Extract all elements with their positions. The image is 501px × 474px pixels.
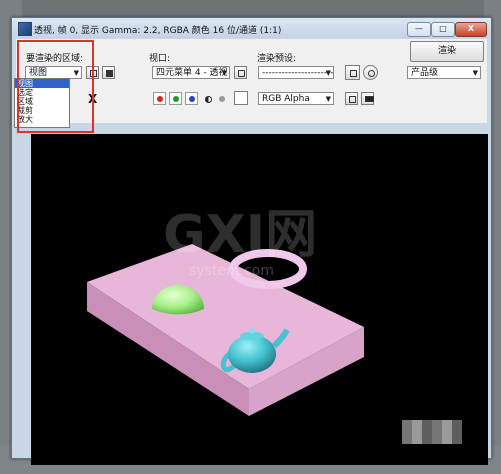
toggle-ui-icon[interactable] [361, 92, 374, 105]
watermark-logo: GXI网 [163, 205, 317, 265]
environment-effects-icon[interactable] [363, 65, 378, 80]
render-quality-value: 产品级 [411, 68, 439, 78]
restore-button[interactable]: □ [431, 22, 455, 37]
render-quality-dropdown[interactable]: 产品级 ▼ [407, 66, 481, 79]
window-title: 透视, 帧 0, 显示 Gamma: 2.2, RGBA 颜色 16 位/通道 … [34, 26, 282, 36]
minimize-button[interactable]: — [407, 22, 431, 37]
channel-display-value: RGB Alpha [262, 94, 310, 104]
pixelated-corner [402, 420, 462, 444]
viewport-label: 视口: [149, 54, 171, 64]
render-preset-dropdown[interactable]: ------------------------- ▼ [258, 66, 334, 79]
chevron-down-icon: ▼ [325, 95, 331, 103]
rendered-scene: GXI网 system.com [87, 205, 364, 416]
green-channel-toggle[interactable] [169, 92, 182, 105]
lock-viewport-icon[interactable] [234, 66, 247, 79]
viewport-dropdown[interactable]: 四元菜单 4 - 透视 ▼ [152, 66, 230, 79]
close-button[interactable]: X [455, 22, 487, 37]
highlight-box [17, 40, 94, 133]
auto-region-icon[interactable] [102, 66, 115, 79]
render-button[interactable]: 渲染 [410, 41, 484, 62]
red-channel-toggle[interactable] [153, 92, 166, 105]
chevron-down-icon: ▼ [221, 69, 227, 77]
monochrome-toggle[interactable] [215, 92, 228, 105]
render-setup-icon[interactable] [345, 65, 360, 80]
app-icon [18, 22, 32, 36]
render-viewport[interactable]: GXI网 system.com [31, 134, 488, 465]
chevron-down-icon: ▼ [472, 69, 478, 77]
title-bar[interactable]: 透视, 帧 0, 显示 Gamma: 2.2, RGBA 颜色 16 位/通道 … [12, 18, 491, 38]
viewport-value: 四元菜单 4 - 透视 [156, 68, 228, 78]
swatch-color[interactable] [234, 91, 248, 105]
alpha-channel-toggle[interactable] [201, 92, 214, 105]
channel-display-dropdown[interactable]: RGB Alpha ▼ [258, 92, 334, 105]
render-preset-value: ------------------------- [262, 68, 334, 78]
chevron-down-icon: ▼ [325, 69, 331, 77]
blue-channel-toggle[interactable] [185, 92, 198, 105]
display-alpha-icon[interactable] [345, 92, 358, 105]
render-preset-label: 渲染预设: [257, 54, 297, 64]
watermark-url: system.com [189, 263, 274, 279]
